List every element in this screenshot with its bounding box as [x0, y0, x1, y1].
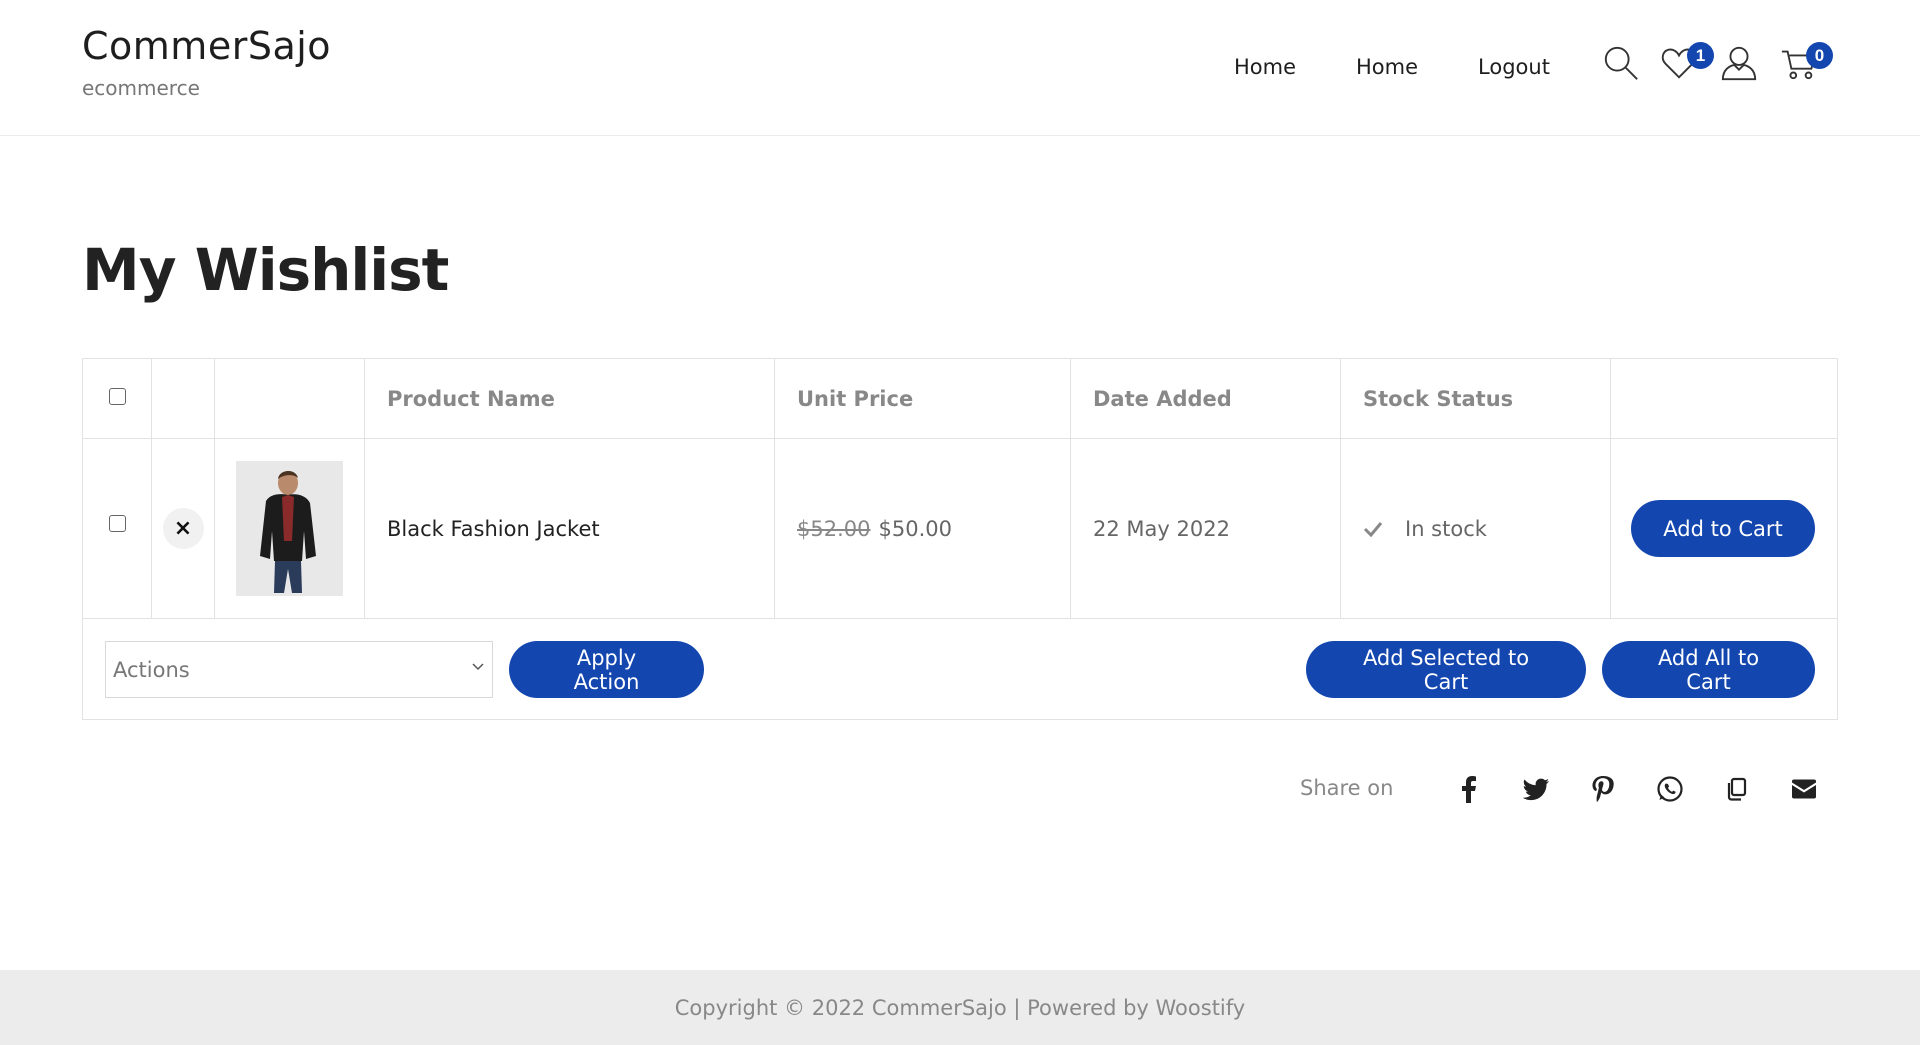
page-title: My Wishlist — [82, 236, 449, 304]
header-icons: 1 0 — [1600, 40, 1840, 90]
pinterest-icon[interactable] — [1586, 772, 1620, 806]
user-icon[interactable] — [1718, 40, 1760, 86]
wishlist-count-badge: 1 — [1687, 42, 1714, 69]
row-select-checkbox[interactable] — [108, 515, 126, 532]
nav-item-home[interactable]: Home — [1234, 52, 1296, 82]
table-row: × Black Fashion Jacket $52.00 $50.00 22 … — [83, 439, 1837, 619]
twitter-icon[interactable] — [1519, 772, 1553, 806]
nav-item-home-2[interactable]: Home — [1356, 52, 1418, 82]
header-unit-price: Unit Price — [775, 359, 1071, 438]
header-stock-status: Stock Status — [1341, 359, 1611, 438]
apply-action-button[interactable]: Apply Action — [509, 641, 704, 698]
close-icon: × — [173, 516, 193, 541]
remove-item-button[interactable]: × — [162, 508, 204, 549]
stock-status: In stock — [1341, 439, 1611, 618]
header-select-cell — [83, 359, 152, 438]
share-bar: Share on — [1300, 770, 1840, 810]
add-all-to-cart-button[interactable]: Add All to Cart — [1602, 641, 1815, 698]
add-selected-to-cart-button[interactable]: Add Selected to Cart — [1306, 641, 1586, 698]
site-footer: Copyright © 2022 CommerSajo | Powered by… — [0, 970, 1920, 1045]
stock-status-text: In stock — [1405, 516, 1487, 541]
copyright-text: Copyright © 2022 CommerSajo | Powered by… — [674, 995, 1246, 1020]
cart-link[interactable]: 0 — [1778, 40, 1833, 86]
check-icon — [1363, 521, 1383, 537]
row-remove-cell: × — [152, 439, 215, 618]
row-add-to-cart-cell: Add to Cart — [1611, 439, 1837, 618]
site-title[interactable]: CommerSajo — [82, 24, 331, 68]
product-name[interactable]: Black Fashion Jacket — [365, 439, 775, 618]
cart-count-badge: 0 — [1806, 42, 1833, 69]
add-to-cart-button[interactable]: Add to Cart — [1631, 500, 1815, 557]
actions-select-value: Actions — [113, 657, 190, 682]
row-thumbnail-cell — [215, 439, 365, 618]
unit-price: $52.00 $50.00 — [775, 439, 1071, 618]
old-price: $52.00 — [797, 516, 871, 541]
row-select-cell — [83, 439, 152, 618]
header-date-added: Date Added — [1071, 359, 1341, 438]
site-header: CommerSajo ecommerce Home Home Logout 1 — [0, 0, 1920, 136]
site-branding: CommerSajo ecommerce — [82, 24, 331, 100]
sale-price: $50.00 — [878, 516, 952, 541]
header-thumbnail-cell — [215, 359, 365, 438]
header-remove-cell — [152, 359, 215, 438]
site-tagline: ecommerce — [82, 76, 200, 100]
table-header-row: Product Name Unit Price Date Added Stock… — [83, 359, 1837, 439]
facebook-icon[interactable] — [1452, 772, 1486, 806]
copy-icon[interactable] — [1720, 772, 1754, 806]
share-label: Share on — [1300, 776, 1394, 800]
table-actions-row: Actions Apply Action Add Selected to Car… — [83, 619, 1837, 719]
header-actions-cell — [1611, 359, 1837, 438]
primary-nav: Home Home Logout — [1234, 52, 1550, 82]
nav-item-logout[interactable]: Logout — [1478, 52, 1550, 82]
search-icon[interactable] — [1600, 40, 1642, 86]
whatsapp-icon[interactable] — [1653, 772, 1687, 806]
select-all-checkbox[interactable] — [108, 388, 126, 405]
date-added: 22 May 2022 — [1071, 439, 1341, 618]
actions-select[interactable]: Actions — [105, 641, 493, 698]
jacket-photo-icon — [236, 461, 343, 596]
product-thumbnail[interactable] — [236, 461, 343, 596]
wishlist-link[interactable]: 1 — [1658, 40, 1714, 86]
wishlist-table: Product Name Unit Price Date Added Stock… — [82, 358, 1838, 720]
chevron-down-icon — [472, 663, 484, 671]
header-product-name: Product Name — [365, 359, 775, 438]
email-icon[interactable] — [1787, 772, 1821, 806]
